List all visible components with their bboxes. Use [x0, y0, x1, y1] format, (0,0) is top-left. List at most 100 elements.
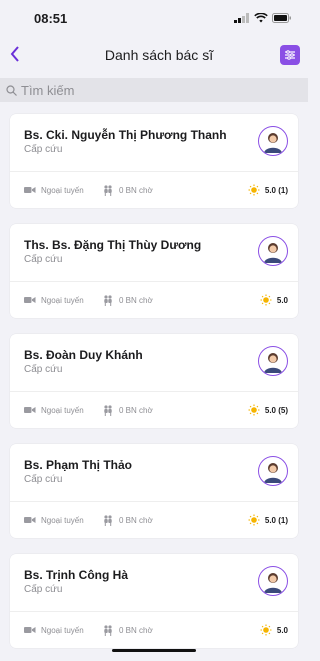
- doctor-status: Ngoại tuyến: [24, 516, 102, 525]
- doctor-specialty: Cấp cứu: [24, 584, 63, 595]
- home-indicator: [112, 649, 196, 652]
- doctor-card-footer: Ngoại tuyến 0 BN chờ: [10, 612, 298, 648]
- doctor-card[interactable]: Bs. Phạm Thị Thảo Cấp cứu Ngoại tuyến 0 …: [10, 444, 298, 538]
- sun-icon: [248, 184, 260, 196]
- doctor-info: Bs. Trịnh Công Hà Cấp cứu: [24, 566, 128, 611]
- doctor-info: Ths. Bs. Đặng Thị Thùy Dương Cấp cứu: [24, 236, 201, 281]
- doctor-rating-value: 5.0: [276, 295, 288, 305]
- doctor-card-footer: Ngoại tuyến 0 BN chờ: [10, 172, 298, 208]
- search-bar: [0, 78, 308, 102]
- doctor-status: Ngoại tuyến: [24, 626, 102, 635]
- doctor-info: Bs. Đoàn Duy Khánh Cấp cứu: [24, 346, 143, 391]
- chevron-left-icon[interactable]: [10, 44, 34, 66]
- patients-icon: [104, 185, 112, 196]
- search-icon: [6, 84, 17, 96]
- doctor-name: Bs. Đoàn Duy Khánh: [24, 348, 143, 362]
- signal-icon: [234, 13, 249, 23]
- doctor-status: Ngoại tuyến: [24, 296, 102, 305]
- doctor-avatar-icon: [264, 243, 282, 263]
- doctor-rating-value: 5.0 (5): [264, 405, 288, 415]
- patients-icon: [104, 405, 112, 416]
- nav-bar: Danh sách bác sĩ: [0, 36, 308, 74]
- patients-icon: [104, 515, 112, 526]
- doctor-rating: 5.0 (1): [248, 514, 288, 526]
- doctor-waiting: 0 BN chờ: [102, 184, 248, 196]
- doctor-rating-value: 5.0 (1): [264, 185, 288, 195]
- doctor-waiting-label: 0 BN chờ: [119, 185, 153, 195]
- doctor-card[interactable]: Bs. Trịnh Công Hà Cấp cứu Ngoại tuyến 0 …: [10, 554, 298, 648]
- avatar: [258, 456, 288, 486]
- doctor-card[interactable]: Bs. Cki. Nguyễn Thị Phương Thanh Cấp cứu…: [10, 114, 298, 208]
- doctor-info: Bs. Cki. Nguyễn Thị Phương Thanh Cấp cứu: [24, 126, 227, 171]
- doctor-card-header: Bs. Cki. Nguyễn Thị Phương Thanh Cấp cứu: [10, 114, 298, 172]
- doctor-name: Bs. Trịnh Công Hà: [24, 568, 129, 582]
- doctor-rating: 5.0: [260, 294, 288, 306]
- doctor-waiting: 0 BN chờ: [102, 404, 248, 416]
- wifi-icon: [254, 13, 268, 23]
- doctor-card-header: Bs. Trịnh Công Hà Cấp cứu: [10, 554, 298, 612]
- doctor-waiting: 0 BN chờ: [102, 514, 248, 526]
- doctor-rating: 5.0 (1): [248, 184, 288, 196]
- doctor-avatar-icon: [264, 463, 282, 483]
- status-icons: [234, 13, 292, 23]
- doctor-avatar-icon: [264, 353, 282, 373]
- doctor-card[interactable]: Ths. Bs. Đặng Thị Thùy Dương Cấp cứu Ngo…: [10, 224, 298, 318]
- doctor-status-label: Ngoại tuyến: [41, 405, 84, 415]
- avatar: [258, 346, 288, 376]
- page-title: Danh sách bác sĩ: [104, 47, 214, 63]
- doctor-status: Ngoại tuyến: [24, 186, 102, 195]
- sun-icon: [248, 404, 260, 416]
- doctor-specialty: Cấp cứu: [24, 254, 63, 265]
- filter-button[interactable]: [280, 45, 300, 65]
- doctor-name: Ths. Bs. Đặng Thị Thùy Dương: [24, 238, 202, 252]
- doctor-status-label: Ngoại tuyến: [41, 625, 84, 635]
- doctor-rating: 5.0: [260, 624, 288, 636]
- sun-icon: [260, 624, 272, 636]
- doctor-card-footer: Ngoại tuyến 0 BN chờ: [10, 502, 298, 538]
- sun-icon: [260, 294, 272, 306]
- doctor-rating-value: 5.0 (1): [264, 515, 288, 525]
- doctor-card-header: Bs. Đoàn Duy Khánh Cấp cứu: [10, 334, 298, 392]
- battery-icon: [272, 13, 291, 23]
- doctor-status-label: Ngoại tuyến: [41, 515, 84, 525]
- avatar: [258, 126, 288, 156]
- video-camera-icon: [24, 517, 36, 523]
- avatar: [258, 236, 288, 266]
- doctor-avatar-icon: [264, 573, 282, 593]
- doctor-waiting: 0 BN chờ: [102, 624, 260, 636]
- doctor-list: Bs. Cki. Nguyễn Thị Phương Thanh Cấp cứu…: [0, 102, 308, 661]
- doctor-card-header: Ths. Bs. Đặng Thị Thùy Dương Cấp cứu: [10, 224, 298, 282]
- video-camera-icon: [24, 627, 36, 633]
- doctor-specialty: Cấp cứu: [24, 364, 63, 375]
- sliders-icon: [285, 50, 295, 60]
- doctor-waiting-label: 0 BN chờ: [119, 405, 153, 415]
- doctor-waiting-label: 0 BN chờ: [119, 625, 153, 635]
- doctor-status: Ngoại tuyến: [24, 406, 102, 415]
- doctor-avatar-icon: [264, 133, 282, 153]
- doctor-waiting-label: 0 BN chờ: [119, 295, 153, 305]
- sun-icon: [248, 514, 260, 526]
- doctor-status-label: Ngoại tuyến: [41, 295, 84, 305]
- doctor-card[interactable]: Bs. Đoàn Duy Khánh Cấp cứu Ngoại tuyến 0…: [10, 334, 298, 428]
- status-time: 08:51: [34, 10, 68, 26]
- avatar: [258, 566, 288, 596]
- doctor-specialty: Cấp cứu: [24, 474, 63, 485]
- doctor-card-footer: Ngoại tuyến 0 BN chờ: [10, 282, 298, 318]
- patients-icon: [104, 295, 112, 306]
- doctor-name: Bs. Phạm Thị Thảo: [24, 458, 133, 472]
- doctor-card-header: Bs. Phạm Thị Thảo Cấp cứu: [10, 444, 298, 502]
- doctor-info: Bs. Phạm Thị Thảo Cấp cứu: [24, 456, 132, 501]
- patients-icon: [104, 625, 112, 636]
- doctor-waiting-label: 0 BN chờ: [119, 515, 153, 525]
- doctor-waiting: 0 BN chờ: [102, 294, 260, 306]
- doctor-rating-value: 5.0: [276, 625, 288, 635]
- doctor-rating: 5.0 (5): [248, 404, 288, 416]
- video-camera-icon: [24, 297, 36, 303]
- video-camera-icon: [24, 187, 36, 193]
- video-camera-icon: [24, 407, 36, 413]
- status-bar: 08:51: [0, 0, 308, 36]
- doctor-card-footer: Ngoại tuyến 0 BN chờ: [10, 392, 298, 428]
- search-input[interactable]: [21, 82, 281, 98]
- doctor-specialty: Cấp cứu: [24, 144, 63, 155]
- doctor-status-label: Ngoại tuyến: [41, 185, 84, 195]
